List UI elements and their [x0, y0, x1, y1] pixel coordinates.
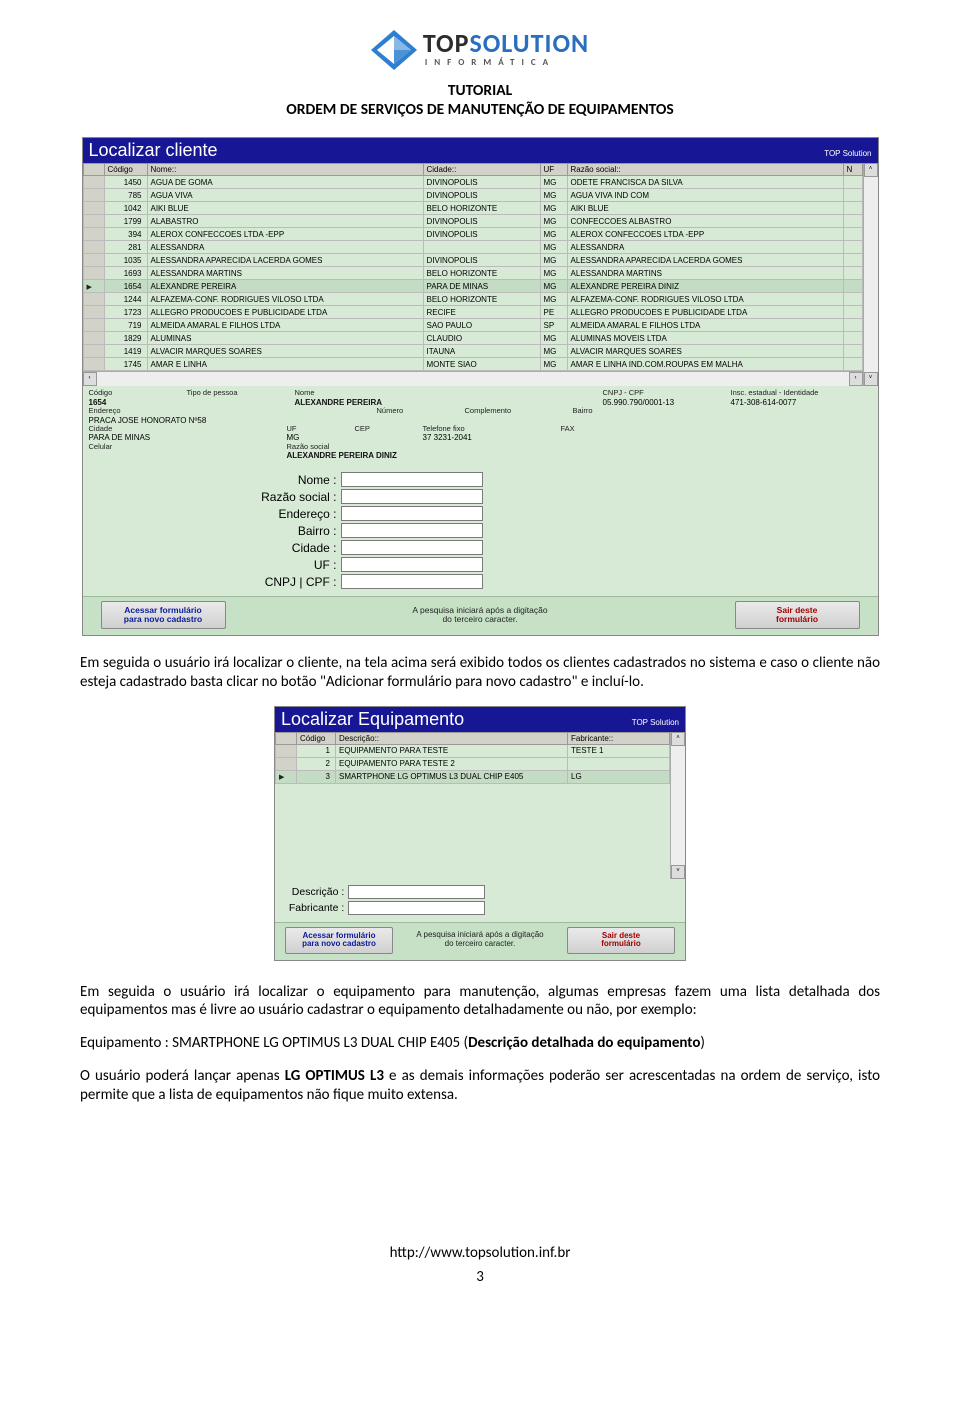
localizar-equipamento-dialog: Localizar Equipamento TOP Solution Códig…: [274, 706, 686, 961]
search-input[interactable]: [341, 472, 483, 487]
table-row[interactable]: 1EQUIPAMENTO PARA TESTETESTE 1: [276, 744, 670, 757]
dialog-tag: TOP Solution: [824, 149, 871, 161]
table-row[interactable]: 1244ALFAZEMA-CONF. RODRIGUES VILOSO LTDA…: [83, 293, 862, 306]
table-row[interactable]: 1829ALUMINASCLAUDIOMGALUMINAS MOVEIS LTD…: [83, 332, 862, 345]
table-row[interactable]: 719ALMEIDA AMARAL E FILHOS LTDASAO PAULO…: [83, 319, 862, 332]
table-row[interactable]: 1450AGUA DE GOMADIVINOPOLISMGODETE FRANC…: [83, 176, 862, 189]
search-field-label: CNPJ | CPF :: [241, 575, 337, 589]
dialog-tag: TOP Solution: [632, 718, 679, 730]
dialog-title: Localizar Equipamento: [281, 709, 464, 730]
paragraph-1: Em seguida o usuário irá localizar o cli…: [80, 654, 880, 692]
search-input[interactable]: [348, 885, 485, 899]
table-row[interactable]: 785AGUA VIVADIVINOPOLISMGAGUA VIVA IND C…: [83, 189, 862, 202]
search-hint: A pesquisa iniciará após a digitação do …: [416, 931, 543, 949]
search-field-label: Fabricante :: [275, 902, 344, 914]
sair-button[interactable]: Sair desteformulário: [567, 927, 675, 954]
cliente-detail-panel: Código1654 Tipo de pessoa NomeALEXANDRE …: [83, 386, 878, 466]
logo-brand-2: SOLUTION: [469, 27, 589, 59]
paragraph-2: Em seguida o usuário irá localizar o equ…: [80, 983, 880, 1021]
search-field-label: Descrição :: [275, 886, 344, 898]
logo-sub: INFORMÁTICA: [425, 57, 555, 68]
footer-url: http://www.topsolution.inf.br: [80, 1244, 880, 1262]
h-scrollbar[interactable]: ‹›: [83, 371, 863, 386]
v-scrollbar[interactable]: ˄˅: [863, 163, 878, 386]
table-row[interactable]: 1042AIKI BLUEBELO HORIZONTEMGAIKI BLUE: [83, 202, 862, 215]
equipamentos-grid[interactable]: Código Descrição:: Fabricante:: 1EQUIPAM…: [275, 732, 670, 784]
table-row[interactable]: 394ALEROX CONFECCOES LTDA -EPPDIVINOPOLI…: [83, 228, 862, 241]
search-input[interactable]: [341, 506, 483, 521]
table-row[interactable]: 1654ALEXANDRE PEREIRAPARA DE MINASMGALEX…: [83, 280, 862, 293]
table-row[interactable]: 1693ALESSANDRA MARTINSBELO HORIZONTEMGAL…: [83, 267, 862, 280]
paragraph-4: O usuário poderá lançar apenas LG OPTIMU…: [80, 1067, 880, 1105]
table-row[interactable]: 281ALESSANDRAMGALESSANDRA: [83, 241, 862, 254]
logo-brand-1: TOP: [423, 27, 470, 59]
novo-cadastro-button[interactable]: Acessar formuláriopara novo cadastro: [101, 601, 226, 629]
sair-button[interactable]: Sair desteformulário: [735, 601, 860, 629]
table-row[interactable]: 1745AMAR E LINHAMONTE SIAOMGAMAR E LINHA…: [83, 358, 862, 371]
search-field-label: Razão social :: [241, 490, 337, 504]
paragraph-3: Equipamento : SMARTPHONE LG OPTIMUS L3 D…: [80, 1034, 880, 1053]
table-row[interactable]: 2EQUIPAMENTO PARA TESTE 2: [276, 757, 670, 770]
search-hint: A pesquisa iniciará após a digitação do …: [412, 606, 547, 625]
search-field-label: Bairro :: [241, 524, 337, 538]
search-field-label: Endereço :: [241, 507, 337, 521]
search-input[interactable]: [348, 901, 485, 915]
clientes-grid[interactable]: Código Nome:: Cidade:: UF Razão social::…: [83, 163, 863, 371]
v-scrollbar[interactable]: ˄˅: [670, 732, 685, 879]
table-row[interactable]: 1723ALLEGRO PRODUCOES E PUBLICIDADE LTDA…: [83, 306, 862, 319]
search-input[interactable]: [341, 574, 483, 589]
localizar-cliente-dialog: Localizar cliente TOP Solution Código No…: [82, 137, 879, 636]
doc-title: TUTORIAL ORDEM DE SERVIÇOS DE MANUTENÇÃO…: [80, 82, 880, 119]
table-row[interactable]: 1419ALVACIR MARQUES SOARESITAUNAMGALVACI…: [83, 345, 862, 358]
search-input[interactable]: [341, 540, 483, 555]
search-field-label: Nome :: [241, 473, 337, 487]
logo: TOPSOLUTION INFORMÁTICA: [80, 30, 880, 74]
table-row[interactable]: 1035ALESSANDRA APARECIDA LACERDA GOMESDI…: [83, 254, 862, 267]
search-input[interactable]: [341, 489, 483, 504]
logo-icon: [371, 30, 417, 70]
table-row[interactable]: 1799ALABASTRODIVINOPOLISMGCONFECCOES ALB…: [83, 215, 862, 228]
search-field-label: Cidade :: [241, 541, 337, 555]
dialog-title: Localizar cliente: [89, 140, 218, 161]
novo-cadastro-button[interactable]: Acessar formuláriopara novo cadastro: [285, 927, 393, 954]
table-row[interactable]: 3SMARTPHONE LG OPTIMUS L3 DUAL CHIP E405…: [276, 770, 670, 783]
search-input[interactable]: [341, 523, 483, 538]
page-number: 3: [80, 1268, 880, 1286]
search-field-label: UF :: [241, 558, 337, 572]
search-input[interactable]: [341, 557, 483, 572]
